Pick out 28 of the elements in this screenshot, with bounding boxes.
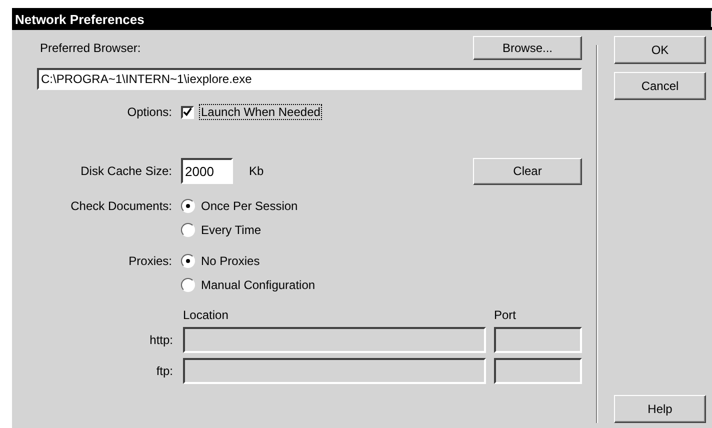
column-header: Port xyxy=(494,308,518,322)
radio-label: No Proxies xyxy=(201,254,260,268)
protocol-label: http: xyxy=(148,333,174,347)
ok-button[interactable]: OK xyxy=(614,36,706,64)
radio-button[interactable] xyxy=(181,278,195,292)
field-label: Options: xyxy=(126,104,172,121)
cache-size-field[interactable]: 2000 xyxy=(181,158,233,184)
radio-button[interactable] xyxy=(181,199,195,213)
radio-label: Once Per Session xyxy=(201,199,298,213)
radio-button[interactable] xyxy=(181,254,195,268)
cancel-button[interactable]: Cancel xyxy=(614,72,706,100)
help-button[interactable]: Help xyxy=(614,395,706,423)
column-header: Location xyxy=(183,308,230,322)
browse-button[interactable]: Browse... xyxy=(473,36,582,60)
clear-button[interactable]: Clear xyxy=(473,158,582,184)
field-label: Check Documents: xyxy=(70,198,172,214)
window-title: Network Preferences xyxy=(15,12,144,26)
checkbox-label: Launch When Needed xyxy=(200,105,322,119)
field-label: Proxies: xyxy=(128,253,172,269)
browser-path-field[interactable]: C:\PROGRA~1\INTERN~1\iexplore.exe xyxy=(37,68,582,90)
unit-label: Kb xyxy=(249,164,264,178)
radio-label: Manual Configuration xyxy=(201,278,316,292)
radio-label: Every Time xyxy=(201,223,262,237)
checkbox[interactable] xyxy=(181,106,194,118)
radio-button[interactable] xyxy=(181,223,195,237)
field-label: Preferred Browser: xyxy=(40,41,141,55)
protocol-label: ftp: xyxy=(155,364,174,378)
field-label: Disk Cache Size: xyxy=(80,163,172,180)
